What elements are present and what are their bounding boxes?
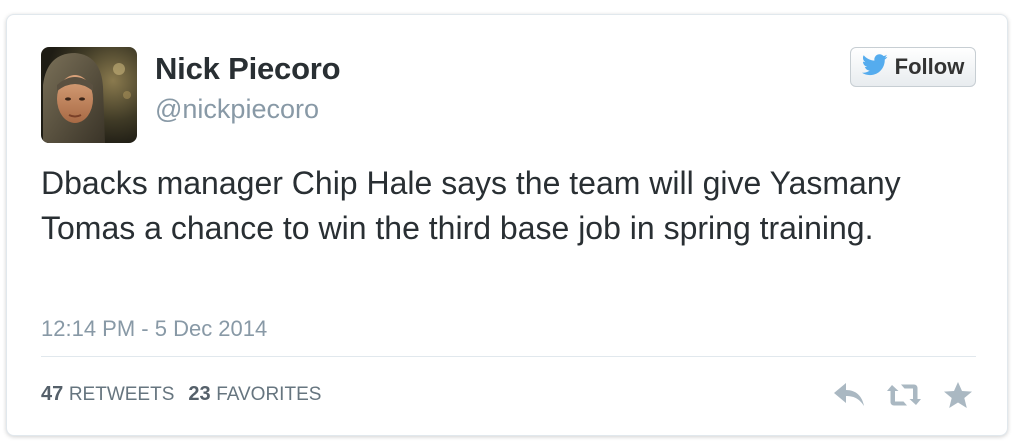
favorites-label: FAVORITES	[216, 384, 322, 405]
follow-button-label: Follow	[894, 54, 965, 79]
twitter-bird-icon	[861, 53, 888, 81]
reply-icon[interactable]	[832, 377, 868, 413]
retweet-icon[interactable]	[886, 377, 922, 413]
tweet-timestamp[interactable]: 12:14 PM - 5 Dec 2014	[41, 316, 267, 342]
retweets-stat[interactable]: 47 RETWEETS	[41, 383, 174, 406]
favorites-stat[interactable]: 23 FAVORITES	[188, 383, 321, 406]
author-handle[interactable]: @nickpiecoro	[155, 94, 319, 125]
author-avatar[interactable]	[41, 47, 137, 143]
retweets-count: 47	[41, 383, 64, 405]
favorites-count: 23	[188, 383, 211, 405]
follow-button[interactable]: Follow	[850, 47, 976, 87]
tweet-card: Nick Piecoro @nickpiecoro Follow Dbacks …	[6, 14, 1008, 436]
profile-photo-icon	[41, 47, 137, 143]
author-name[interactable]: Nick Piecoro	[155, 51, 341, 87]
divider	[41, 356, 976, 357]
tweet-text: Dbacks manager Chip Hale says the team w…	[41, 165, 901, 246]
star-icon[interactable]	[940, 377, 976, 413]
tweet-stats: 47 RETWEETS 23 FAVORITES	[41, 383, 321, 406]
retweets-label: RETWEETS	[68, 384, 175, 405]
tweet-actions	[832, 377, 976, 413]
